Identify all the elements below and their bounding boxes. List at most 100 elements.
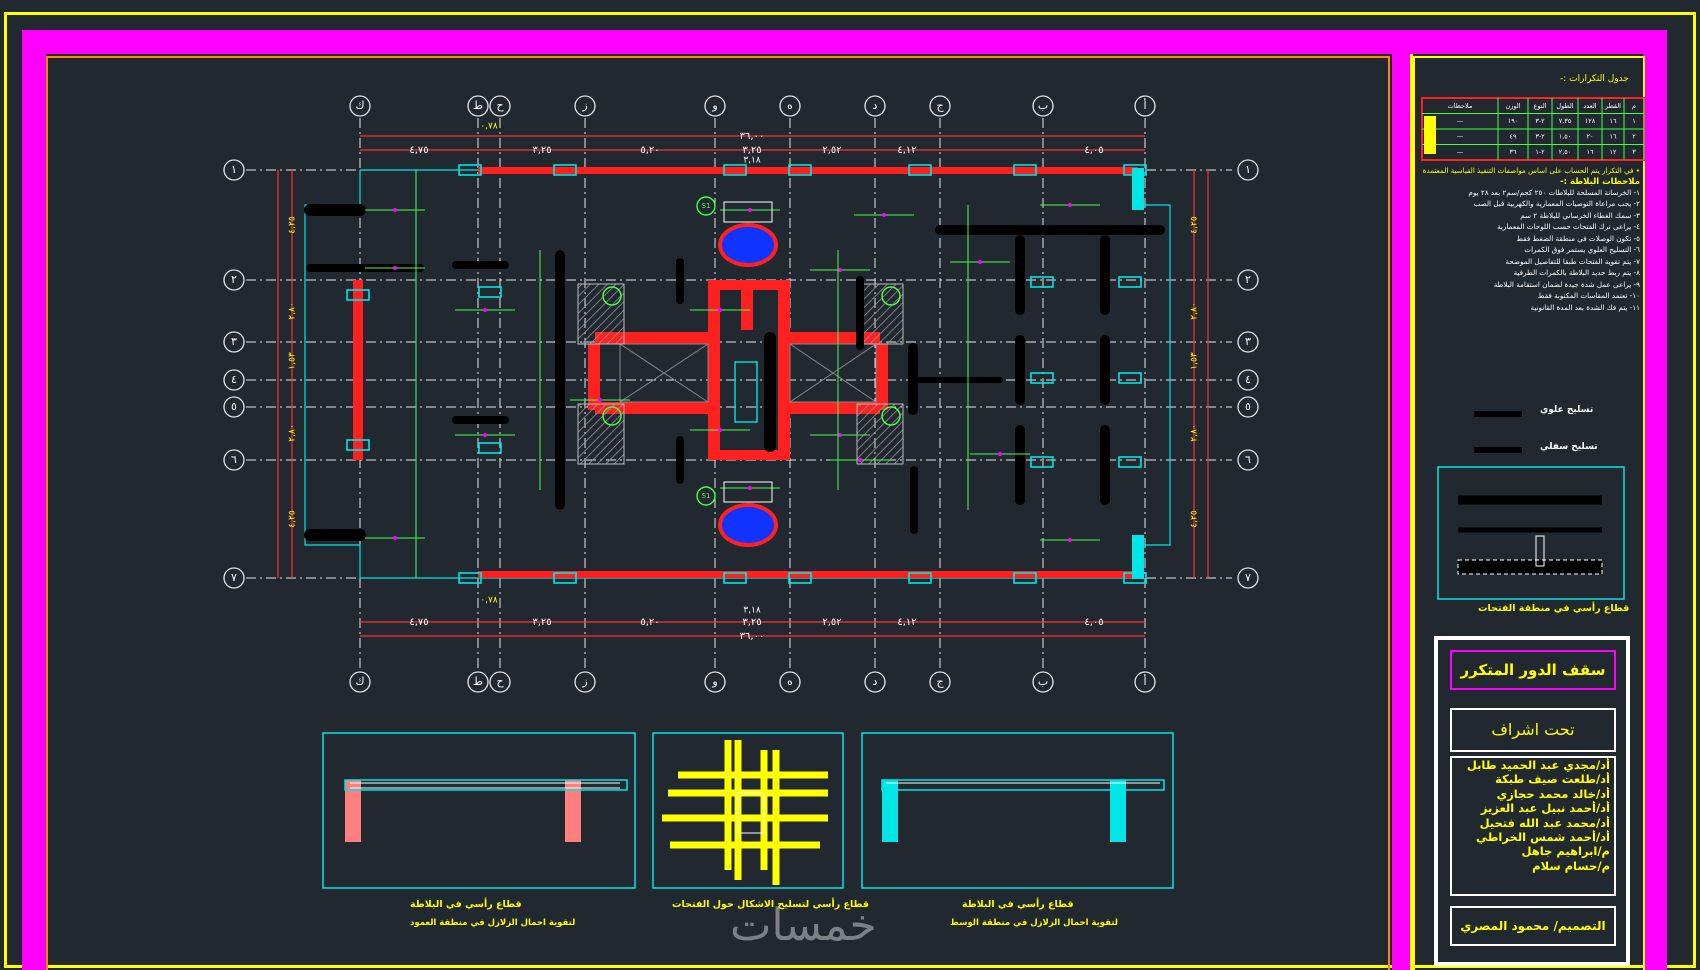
note-item: ٥- تكون الوصلات في منطقة الضغط فقط [1516, 233, 1640, 243]
dimension-text: ٣,٢٥ [742, 145, 761, 156]
rebar-marker [598, 398, 602, 402]
slab-opening [718, 503, 778, 547]
note-item: ٦- التسليح العلوي يستمر فوق الكمرات [1524, 245, 1640, 254]
dimension-text: ٣,٢٥ [742, 617, 761, 628]
axis-label: ٢ [1245, 273, 1251, 286]
core-beam [715, 450, 787, 460]
project-title: سقف الدور المتكرر [1450, 650, 1616, 690]
column [1132, 535, 1144, 579]
dimension-text: ٣,١٨ [743, 606, 761, 616]
dimension-text: ٢,٥٢ [822, 145, 841, 156]
rebar-marker [978, 260, 982, 264]
table-cell: ١٦ [1610, 133, 1617, 141]
supervisor-name: أد/محمد عبد الله فتحيل [1479, 815, 1610, 830]
axis-label: د [873, 675, 878, 688]
slab-notes: • في التكرار يتم الحساب على اساس مواصفات… [1420, 165, 1640, 313]
legend-bottom: تسليح سفلي [1540, 442, 1598, 452]
dimension-text: ٤,٢٥ [288, 510, 298, 528]
axis-label: ٥ [231, 400, 237, 413]
table-header: العدد [1583, 102, 1596, 110]
dimension-text: ١,٥٣ [288, 352, 298, 370]
axis-label: ٦ [1245, 453, 1251, 466]
rebar-marker [748, 486, 752, 490]
column [478, 442, 502, 454]
opening-section [737, 792, 765, 834]
axis-label: ط [473, 99, 483, 112]
dimension-text: ٤,٢٥ [1190, 216, 1200, 234]
schedule-title: جدول التكرارات :- [1560, 74, 1629, 84]
axis-label: و [711, 675, 717, 688]
dimension-text: ٤,٠٥ [1084, 617, 1103, 628]
opening-detail-box [1437, 466, 1625, 600]
note-item: ٣- سمك الغطاء الخرساني للبلاطة ٢ سم [1520, 210, 1640, 220]
grid-lines [246, 118, 1232, 672]
rebar-marker [1068, 203, 1072, 207]
shear-wall [856, 403, 904, 465]
supervision-label: تحت اشراف [1450, 708, 1616, 752]
dimension-text: ٣٦,٠٠ [740, 631, 765, 642]
drawing-sheet: ك ط ح ز و ه د ج ب أ ك ط ح ز و ه د ج ب أ ١ ٢ ٣ ٤ ٥ ٦ ٧ ١ ٢ ٣ ٤ ٥ ٦ ٧ ٤,٧٥ ٣,… [0, 0, 1700, 970]
axis-label: ك [355, 675, 364, 688]
axis-label: ه [787, 675, 793, 688]
table-cell: ٢,٥٠ [1559, 148, 1572, 156]
notes-heading: ملاحظات البلاطة :- [1560, 176, 1640, 187]
rebar-marker [998, 452, 1002, 456]
detail-3-title: قطاع رأسي في البلاطة [962, 899, 1074, 910]
table-cell: ٧,٣٥ [1559, 117, 1572, 125]
supervisors-list: أد/مجدي عبد الحميد طابل أد/طلعت صيف طبكة أ… [1450, 756, 1616, 896]
detail-1-title: قطاع رأسي في البلاطة [410, 899, 522, 910]
table-cell: ٢٠ [1587, 133, 1594, 141]
table-cell: ١٢ [1610, 148, 1617, 156]
beam-left [353, 280, 363, 460]
dimension-text: ٣,٢٥ [532, 145, 551, 156]
table-cell: ١٢٨ [1585, 117, 1596, 125]
dimension-lines [277, 135, 1209, 637]
axis-label: ك [355, 99, 364, 112]
slab-opening [718, 223, 778, 267]
axis-label: ٧ [231, 571, 237, 584]
table-cell: ٢-١ [1535, 148, 1545, 156]
rebar-marker [882, 213, 886, 217]
axis-label: ٦ [231, 453, 237, 466]
column [1118, 456, 1142, 468]
rebar-marker [748, 208, 752, 212]
opening-label-box [723, 481, 773, 503]
watermark-logo: خمسات [730, 900, 877, 951]
table-cell: — [1457, 148, 1464, 156]
axis-label: ١ [231, 163, 237, 176]
core-beam [876, 344, 888, 410]
note-item: ٢- يجب مراعاة التوصيات المعمارية والكهرب… [1473, 199, 1640, 208]
table-cell: ٣ [1632, 148, 1636, 156]
dimension-text: ١,٥٣ [1190, 352, 1200, 370]
table-cell: ١ [1632, 117, 1636, 125]
rebar-marker [393, 536, 397, 540]
shear-wall [577, 403, 625, 465]
perimeter-beam-top [478, 167, 1138, 174]
rebar-marker [838, 268, 842, 272]
axis-label: ه [787, 99, 793, 112]
axis-label: ب [1038, 675, 1048, 688]
axis-label: ٣ [1245, 335, 1251, 348]
supervisor-name: أد/طلعت صيف طبكة [1495, 772, 1610, 787]
table-cell: ٢-٣ [1535, 117, 1545, 125]
rebar-marker [718, 308, 722, 312]
note-item: ٧- يتم تقوية الفتحات طبقا للتفاصيل الموض… [1505, 256, 1640, 266]
dimension-text: ٤,٢٥ [1190, 510, 1200, 528]
supervisor-name: أد/أحمد نبيل عبد العزيز [1480, 801, 1610, 816]
axis-label: ح [496, 99, 504, 112]
perimeter-beam-bottom [478, 571, 1138, 578]
table-cell: ١,٥٠ [1559, 133, 1572, 141]
supervisor-name: أد/مجدي عبد الحميد طابل [1466, 758, 1610, 772]
dimension-text: ٣٦,٠٠ [740, 131, 765, 142]
table-highlight [1424, 116, 1436, 154]
table-cell: ٢-٣ [1535, 133, 1545, 141]
dimension-text: ٤,١٢ [897, 145, 916, 156]
axis-label: أ [1143, 674, 1146, 688]
note-item: ٤- يراعى ترك الفتحات حسب اللوحات المعمار… [1497, 222, 1640, 231]
detail-1-subtitle: لتقوية احمال الزلازل في منطقة العمود [410, 918, 576, 928]
dimension-text: ٣,١٨ [743, 156, 761, 166]
core-beam [778, 280, 790, 460]
rebar-marker [393, 208, 397, 212]
note-item: ١١- يتم فك الشدة بعد المدة القانونية [1530, 302, 1641, 312]
axis-label: ط [473, 675, 483, 688]
